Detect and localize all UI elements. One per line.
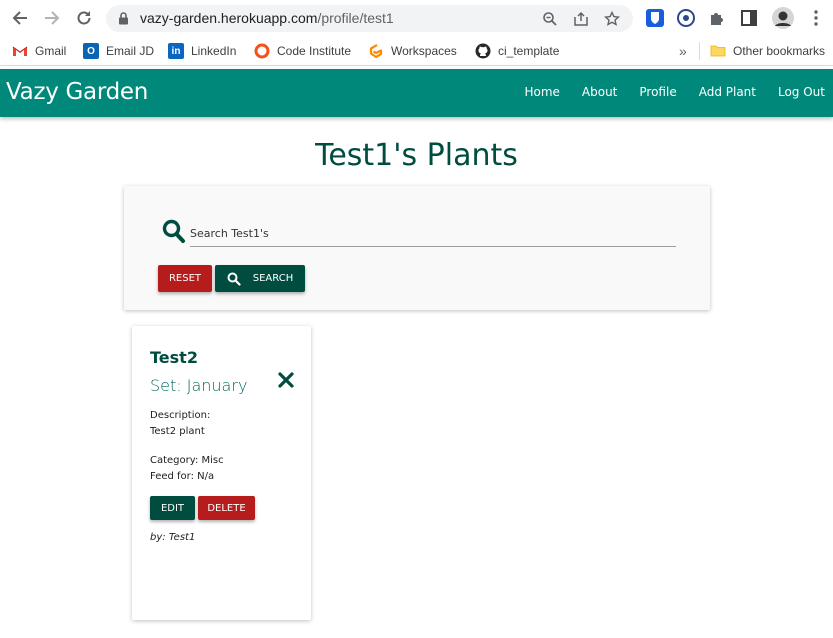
star-icon[interactable] [604,11,620,27]
chrome-menu-icon[interactable] [806,8,826,28]
nav-profile[interactable]: Profile [639,85,676,99]
reload-icon [77,11,91,25]
zoom-icon[interactable] [542,11,558,27]
url-path: /profile/test1 [317,10,394,26]
code-institute-icon [254,43,270,59]
github-icon [475,43,491,59]
bookmark-label: Other bookmarks [733,44,826,58]
puzzle-extensions-icon[interactable] [707,8,727,28]
bookmark-label: ci_template [498,44,560,58]
linkedin-icon: in [168,43,184,59]
reload-button[interactable] [72,7,96,29]
bookmark-ci-template[interactable]: ci_template [475,43,559,59]
nav-log-out[interactable]: Log Out [778,85,825,99]
bookmark-label: Gmail [35,44,67,58]
browser-toolbar: vazy-garden.herokuapp.com/profile/test1 [0,0,833,36]
plant-description-label: Description: [150,410,211,421]
page-title: Test1's Plants [315,138,518,173]
share-icon[interactable] [573,11,589,27]
back-button[interactable] [8,7,32,29]
bookmark-code-institute[interactable]: Code Institute [254,43,351,59]
bookmark-label: Email JD [106,44,155,58]
forward-arrow-icon [45,11,60,25]
bookmark-workspaces[interactable]: Workspaces [368,43,457,59]
bitwarden-extension-icon[interactable] [645,8,665,28]
plant-name: Test2 [150,348,198,367]
bookmark-gmail[interactable]: Gmail [12,43,66,59]
delete-button[interactable]: Delete [198,496,255,520]
plant-author: by: Test1 [150,532,196,543]
gmail-icon [12,46,28,56]
nav-about[interactable]: About [582,85,617,99]
gitpod-icon [369,44,383,59]
lock-icon [119,12,128,25]
forward-button[interactable] [40,7,64,29]
plant-category: Category: Misc [150,455,224,466]
bookmark-label: LinkedIn [191,44,237,58]
site-navbar: Vazy Garden Home About Profile Add Plant… [0,69,833,117]
bookmark-label: Code Institute [277,44,352,58]
nav-home[interactable]: Home [524,85,559,99]
brand-logo[interactable]: Vazy Garden [6,79,148,105]
bookmark-email-jd[interactable]: O Email JD [83,43,154,59]
folder-icon [710,45,726,57]
plant-set-month: Set: January [150,376,248,395]
side-panel-icon[interactable] [739,8,759,28]
profile-avatar-icon[interactable] [772,7,794,29]
address-bar[interactable]: vazy-garden.herokuapp.com/profile/test1 [106,5,633,32]
plant-description: Test2 plant [150,426,205,437]
lastpass-extension-icon[interactable] [676,8,696,28]
back-arrow-icon [12,11,27,25]
url-text: vazy-garden.herokuapp.com/profile/test1 [140,10,394,26]
bookmarks-divider [699,42,700,60]
search-button-label: Search [252,273,294,284]
search-card: Reset Search [124,186,710,310]
edit-button[interactable]: Edit [150,496,195,520]
nav-add-plant[interactable]: Add Plant [699,85,756,99]
search-button[interactable]: Search [215,265,305,292]
reset-button[interactable]: Reset [158,265,212,292]
search-icon [162,219,185,243]
nav-links: Home About Profile Add Plant Log Out [502,85,825,99]
bookmarks-bar: Gmail O Email JD in LinkedIn Code Instit… [0,36,833,66]
search-button-icon [227,272,241,286]
bookmark-other-bookmarks[interactable]: Other bookmarks [710,43,825,59]
bookmark-linkedin[interactable]: in LinkedIn [168,43,236,59]
bookmark-label: Workspaces [391,44,457,58]
plant-card: Test2 Set: January Description: Test2 pl… [132,326,311,620]
outlook-icon: O [83,43,99,59]
close-icon[interactable] [278,372,294,388]
search-input[interactable] [190,221,676,247]
plant-feed: Feed for: N/a [150,471,215,482]
bookmarks-overflow-button[interactable]: » [679,43,687,59]
url-host: vazy-garden.herokuapp.com [140,10,318,26]
